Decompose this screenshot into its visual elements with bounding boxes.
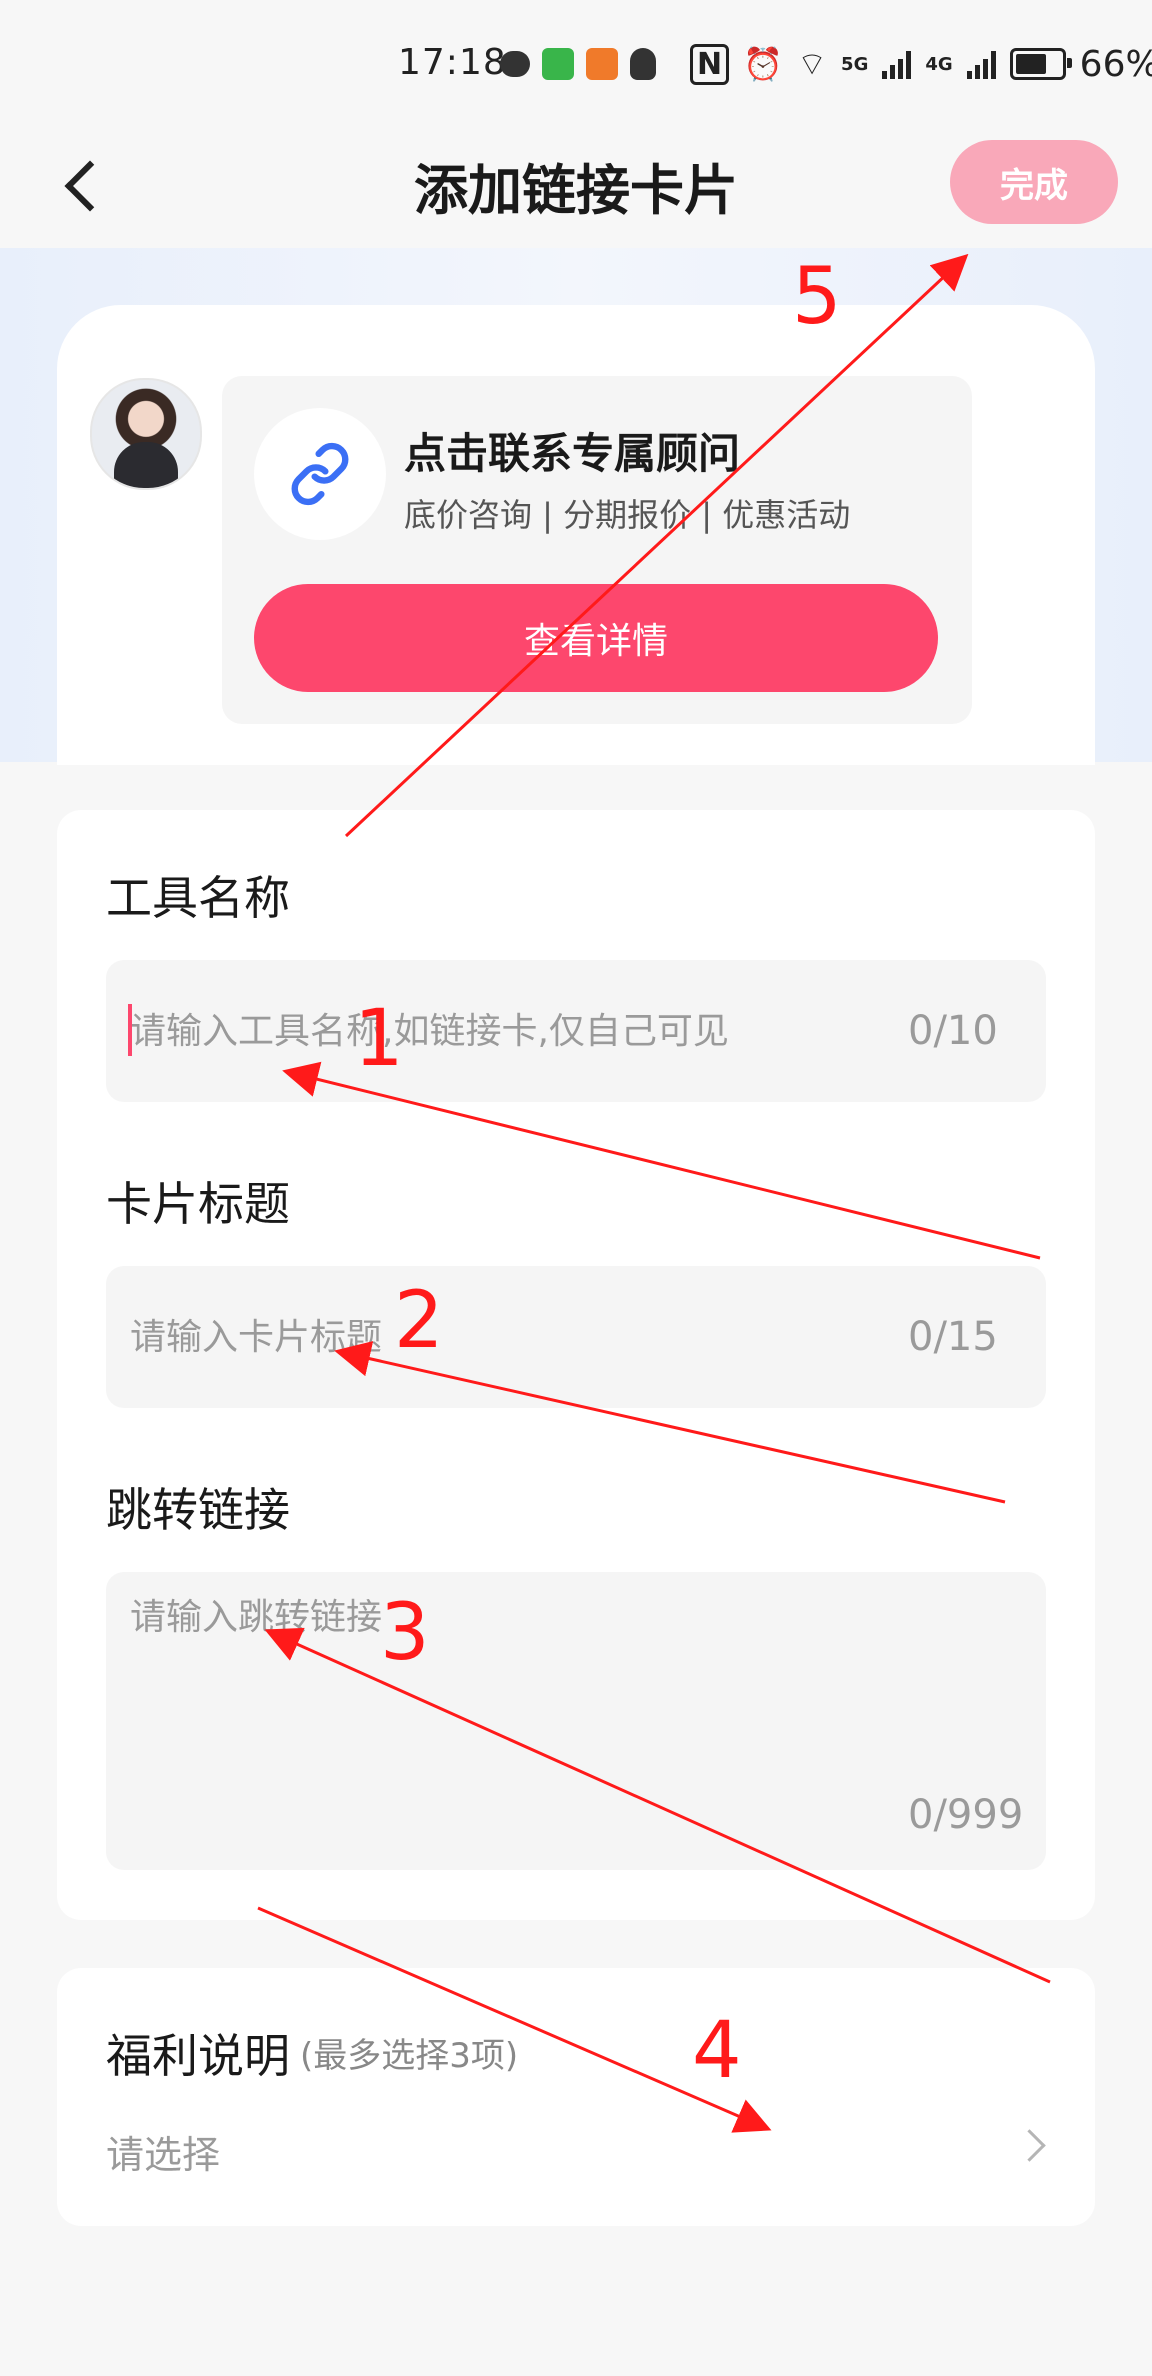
annotation-number: 5 [792,252,842,342]
annotation-arrow [282,1061,1041,1260]
annotation-number: 3 [380,1588,430,1678]
annotation-arrow [344,253,969,838]
annotation-overlay [257,253,1051,2133]
annotation-arrow [264,1627,1051,1984]
annotation-arrow [257,1906,772,2133]
annotation-arrow [334,1341,1006,1504]
annotation-number: 4 [692,2006,742,2096]
annotation-number: 1 [354,994,404,1084]
annotation-number: 2 [394,1276,444,1366]
